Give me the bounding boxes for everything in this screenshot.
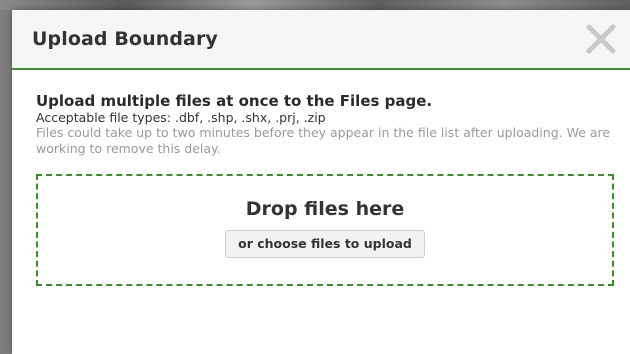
background-strip [0, 0, 630, 10]
modal-body: Upload multiple files at once to the Fil… [12, 70, 630, 286]
background-left-edge [0, 10, 12, 354]
file-dropzone[interactable]: Drop files here or choose files to uploa… [36, 174, 614, 286]
choose-files-button[interactable]: or choose files to upload [225, 230, 425, 258]
modal-title: Upload Boundary [32, 28, 218, 50]
upload-boundary-modal: Upload Boundary Upload multiple files at… [12, 10, 630, 354]
drop-files-label: Drop files here [245, 198, 405, 220]
close-button[interactable] [584, 22, 618, 56]
upload-delay-note: Files could take up to two minutes befor… [36, 125, 611, 156]
upload-heading: Upload multiple files at once to the Fil… [36, 92, 433, 110]
close-icon [586, 24, 616, 54]
modal-header: Upload Boundary [12, 10, 630, 70]
acceptable-file-types: Acceptable file types: .dbf, .shp, .shx,… [36, 110, 326, 125]
